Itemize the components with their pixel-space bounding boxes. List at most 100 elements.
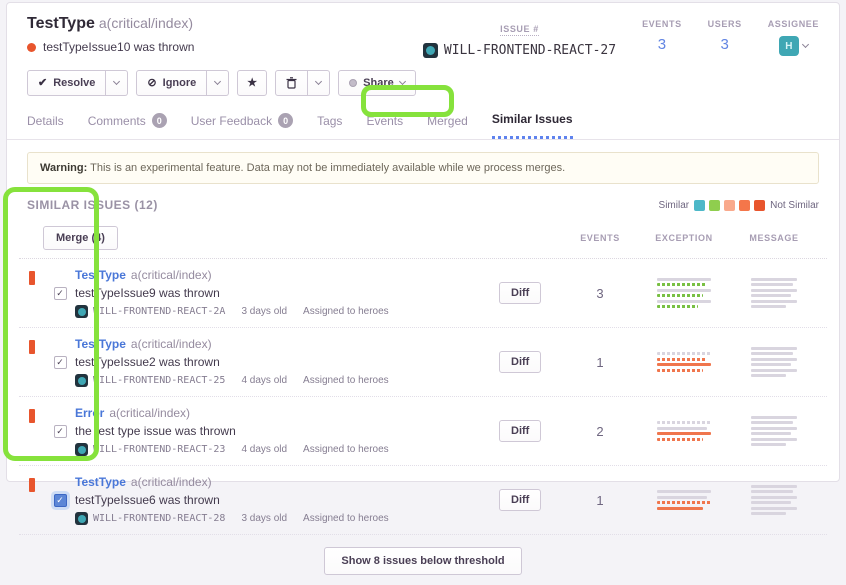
row-issue-link[interactable]: TestType [75, 337, 126, 351]
check-icon: ✔ [38, 78, 47, 89]
row-meta: WILL-FRONTEND-REACT-23 4 days old Assign… [75, 443, 499, 456]
row-title-line: TestTypea(critical/index) [75, 337, 499, 351]
resolve-button[interactable]: ✔ Resolve [27, 70, 106, 96]
ignore-dropdown-button[interactable] [207, 70, 229, 96]
similar-issues-title: SIMILAR ISSUES (12) [27, 198, 158, 212]
diff-col: Diff [499, 420, 563, 442]
level-indicator-col [19, 475, 45, 492]
diff-button[interactable]: Diff [499, 351, 541, 373]
row-message: the test type issue was thrown [75, 424, 499, 438]
chevron-down-icon[interactable] [802, 41, 809, 48]
issue-culprit: a(critical/index) [99, 15, 193, 31]
share-button[interactable]: Share [338, 70, 416, 96]
spectrum-line [657, 432, 711, 435]
row-checkbox[interactable]: ✓ [54, 287, 67, 300]
diff-button[interactable]: Diff [499, 489, 541, 511]
resolve-dropdown-button[interactable] [106, 70, 128, 96]
row-checkbox[interactable]: ✓ [54, 494, 67, 507]
diff-col: Diff [499, 489, 563, 511]
tab-label: Details [27, 114, 64, 128]
show-more-button[interactable]: Show 8 issues below threshold [324, 547, 521, 575]
spectrum-line [657, 496, 707, 499]
issue-detail-card: TestTypea(critical/index) testTypeIssue1… [6, 2, 840, 482]
warning-strong: Warning: [40, 162, 87, 174]
tab-similar-issues[interactable]: Similar Issues [492, 112, 573, 139]
spectrum-line [751, 278, 797, 281]
tab-label: Similar Issues [492, 112, 573, 126]
checkbox-col: ✓ [45, 425, 75, 438]
diff-button[interactable]: Diff [499, 420, 541, 442]
message-similarity-spectrum [751, 275, 797, 311]
tab-label: User Feedback [191, 114, 272, 128]
table-header-row: Merge (4) EVENTS EXCEPTION MESSAGE [19, 220, 827, 259]
spectrum-line [751, 300, 797, 303]
similar-issue-row: ✓ TestTypea(critical/index) testTypeIssu… [19, 328, 827, 397]
events-count[interactable]: 3 [642, 36, 682, 53]
tab-tags[interactable]: Tags [317, 112, 342, 139]
exception-similarity-col [637, 419, 731, 444]
legend-swatch-icon [694, 200, 705, 211]
row-assignment: Assigned to heroes [303, 306, 389, 317]
similarity-legend: Similar Not Similar [659, 200, 819, 211]
spectrum-line [751, 289, 797, 292]
assignee-avatar[interactable]: H [779, 36, 799, 56]
issue-short-id: WILL-FRONTEND-REACT-27 [444, 43, 616, 58]
diff-button[interactable]: Diff [499, 282, 541, 304]
issue-title-line: TestTypea(critical/index) [27, 15, 194, 33]
row-issue-link[interactable]: TestType [75, 475, 126, 489]
row-content: TestTypea(critical/index) testTypeIssue2… [75, 337, 499, 387]
row-project: WILL-FRONTEND-REACT-28 [75, 512, 225, 525]
spectrum-line [751, 416, 797, 419]
assignee-selector[interactable]: H [768, 36, 819, 56]
share-circle-icon [349, 79, 357, 87]
tab-comments[interactable]: Comments 0 [88, 112, 167, 139]
legend-similar-label: Similar [659, 200, 690, 211]
row-short-id: WILL-FRONTEND-REACT-28 [93, 513, 225, 524]
bookmark-star-button[interactable]: ★ [237, 70, 267, 96]
tab-user-feedback[interactable]: User Feedback 0 [191, 112, 293, 139]
spectrum-line [657, 278, 711, 281]
spectrum-line [751, 490, 793, 493]
message-similarity-spectrum [751, 344, 797, 380]
error-level-indicator [29, 271, 35, 285]
message-similarity-col [731, 482, 817, 518]
row-assignment: Assigned to heroes [303, 513, 389, 524]
legend-swatch-icon [739, 200, 750, 211]
message-similarity-col [731, 413, 817, 449]
exception-similarity-spectrum [657, 350, 711, 375]
spectrum-line [751, 501, 791, 504]
row-age: 4 days old [241, 444, 287, 455]
level-indicator-col [19, 337, 45, 354]
spectrum-line [751, 496, 797, 499]
ignore-button-group: ⊘ Ignore [136, 70, 229, 96]
merge-button[interactable]: Merge (4) [43, 226, 118, 250]
exception-similarity-spectrum [657, 275, 711, 311]
exception-column-header: EXCEPTION [637, 233, 731, 243]
row-assignment: Assigned to heroes [303, 444, 389, 455]
spectrum-line [751, 421, 793, 424]
row-assignment: Assigned to heroes [303, 375, 389, 386]
row-checkbox[interactable]: ✓ [54, 425, 67, 438]
assignee-label: ASSIGNEE [768, 19, 819, 29]
delete-button[interactable] [275, 70, 308, 96]
row-checkbox[interactable]: ✓ [54, 356, 67, 369]
users-label: USERS [708, 19, 742, 29]
ignore-button[interactable]: ⊘ Ignore [136, 70, 207, 96]
error-level-indicator [29, 409, 35, 423]
delete-dropdown-button[interactable] [308, 70, 330, 96]
exception-similarity-col [637, 350, 731, 375]
tab-events[interactable]: Events [366, 112, 403, 139]
row-meta: WILL-FRONTEND-REACT-25 4 days old Assign… [75, 374, 499, 387]
users-count[interactable]: 3 [708, 36, 742, 53]
checkbox-col: ✓ [45, 494, 75, 507]
similar-issue-row: ✓ Errora(critical/index) the test type i… [19, 397, 827, 466]
row-message: testTypeIssue9 was thrown [75, 286, 499, 300]
issue-number-value: WILL-FRONTEND-REACT-27 [423, 43, 616, 58]
tab-details[interactable]: Details [27, 112, 64, 139]
tab-merged[interactable]: Merged [427, 112, 468, 139]
level-indicator-col [19, 406, 45, 423]
stat-events: EVENTS 3 [642, 19, 682, 58]
row-issue-link[interactable]: Error [75, 406, 104, 420]
row-issue-link[interactable]: TestType [75, 268, 126, 282]
tab-label: Comments [88, 114, 146, 128]
